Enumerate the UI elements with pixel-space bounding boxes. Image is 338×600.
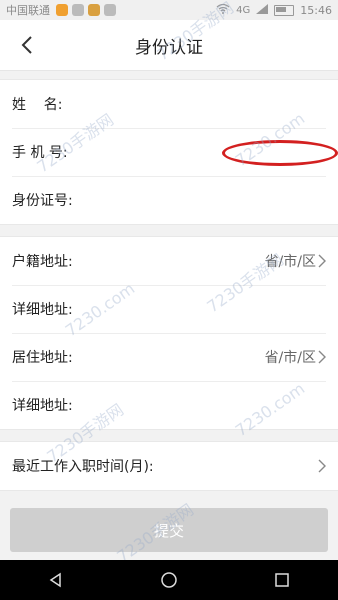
household-detail-label: 详细地址: xyxy=(12,302,73,318)
residence-region-value: 省/市/区 xyxy=(264,350,316,366)
network-type: 4G xyxy=(236,4,251,16)
employment-section: 最近工作入职时间(月): xyxy=(0,441,338,491)
hire-time-label: 最近工作入职时间(月): xyxy=(12,459,154,475)
residence-address-selector[interactable]: 居住地址: 省/市/区 xyxy=(0,333,338,381)
household-detail-field[interactable]: 详细地址: xyxy=(0,285,338,333)
address-section: 户籍地址: 省/市/区 详细地址: 居住地址: 省/市/区 详细地址: xyxy=(0,236,338,430)
submit-button[interactable]: 提交 xyxy=(10,508,328,552)
household-region-value: 省/市/区 xyxy=(264,254,316,270)
clock: 15:46 xyxy=(300,3,332,17)
app-notification-icon xyxy=(56,4,68,16)
hire-time-selector[interactable]: 最近工作入职时间(月): xyxy=(0,442,338,490)
back-button[interactable] xyxy=(12,30,42,60)
household-address-selector[interactable]: 户籍地址: 省/市/区 xyxy=(0,237,338,285)
chevron-right-icon xyxy=(318,254,326,268)
app-notification-icon xyxy=(104,4,116,16)
nav-home-button[interactable] xyxy=(149,565,189,595)
name-field[interactable]: 姓 名: xyxy=(0,80,338,128)
residence-detail-field[interactable]: 详细地址: xyxy=(0,381,338,429)
system-nav-bar xyxy=(0,560,338,600)
nav-recents-button[interactable] xyxy=(262,565,302,595)
app-notification-icon xyxy=(72,4,84,16)
wifi-icon xyxy=(216,3,230,17)
name-label: 姓 名: xyxy=(12,97,63,113)
nav-back-button[interactable] xyxy=(36,565,76,595)
residence-detail-label: 详细地址: xyxy=(12,398,73,414)
chevron-right-icon xyxy=(318,459,326,473)
annotation-ellipse xyxy=(222,140,338,166)
id-number-label: 身份证号: xyxy=(12,193,73,209)
household-address-label: 户籍地址: xyxy=(12,254,73,270)
notification-icons xyxy=(56,4,116,16)
square-recents-icon xyxy=(274,573,289,587)
phone-label: 手 机 号: xyxy=(12,145,68,161)
circle-home-icon xyxy=(161,572,177,588)
chevron-right-icon xyxy=(318,350,326,364)
chevron-left-icon xyxy=(21,36,32,54)
residence-address-label: 居住地址: xyxy=(12,350,73,366)
status-bar: 中国联通 4G 15:46 xyxy=(0,0,338,20)
app-notification-icon xyxy=(88,4,100,16)
id-number-field[interactable]: 身份证号: xyxy=(0,176,338,224)
carrier-label: 中国联通 xyxy=(6,4,50,17)
page-title: 身份认证 xyxy=(135,37,203,58)
battery-icon xyxy=(274,4,295,16)
signal-icon xyxy=(256,3,269,17)
triangle-back-icon xyxy=(49,572,62,588)
header: 身份认证 xyxy=(0,20,338,71)
